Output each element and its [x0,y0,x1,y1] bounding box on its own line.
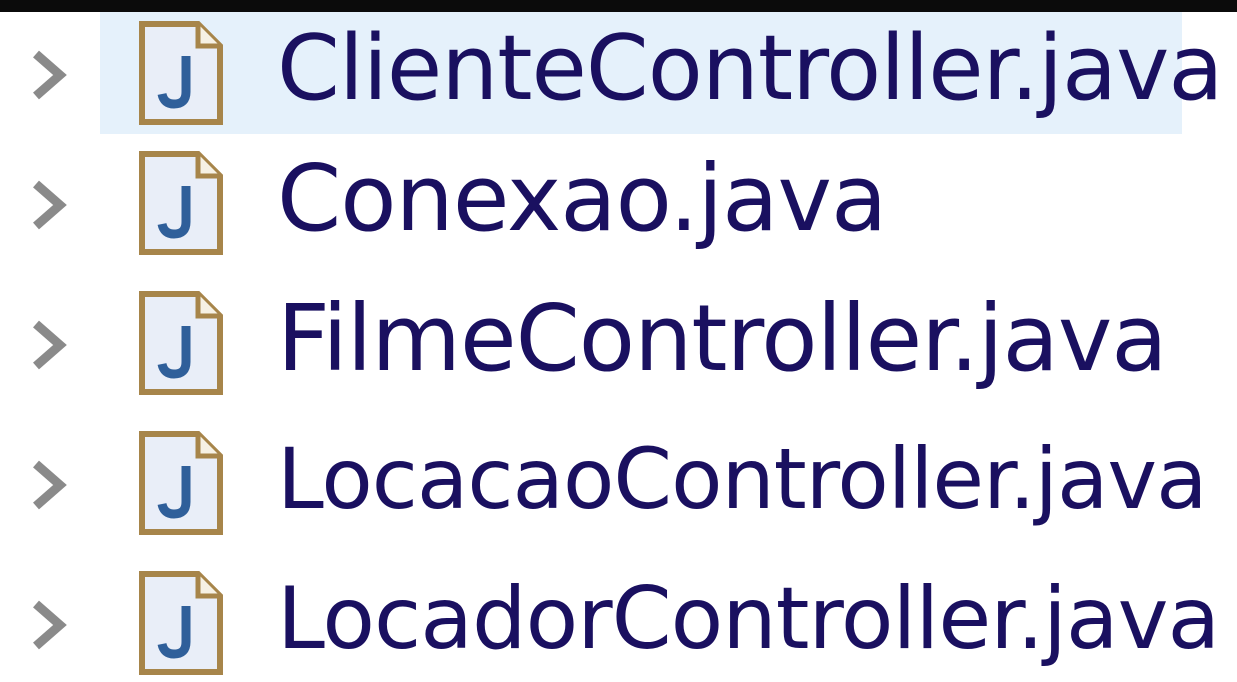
chevron-right-icon[interactable] [26,456,70,514]
java-file-icon [139,571,223,675]
tree-item-filmecontroller[interactable]: FilmeController.java [0,282,1237,402]
chevron-right-icon[interactable] [26,316,70,374]
tree-item-locadorcontroller[interactable]: LocadorController.java [0,562,1237,677]
project-explorer-tree: ClienteController.java Conexao.java Film… [0,0,1237,677]
chevron-right-icon[interactable] [26,46,70,104]
tree-item-label: ClienteController.java [277,16,1224,121]
java-file-icon [139,431,223,535]
chevron-right-icon[interactable] [26,176,70,234]
tree-item-label: LocadorController.java [277,569,1220,669]
tree-item-label: LocacaoController.java [277,430,1208,528]
tree-item-label: FilmeController.java [277,285,1168,392]
tree-item-label: Conexao.java [277,145,887,252]
chevron-right-icon[interactable] [26,596,70,654]
tree-item-locacaocontroller[interactable]: LocacaoController.java [0,422,1237,542]
tree-item-clientecontroller[interactable]: ClienteController.java [0,12,1237,134]
java-file-icon [139,151,223,255]
java-file-icon [139,21,223,125]
java-file-icon [139,291,223,395]
tree-item-conexao[interactable]: Conexao.java [0,142,1237,262]
